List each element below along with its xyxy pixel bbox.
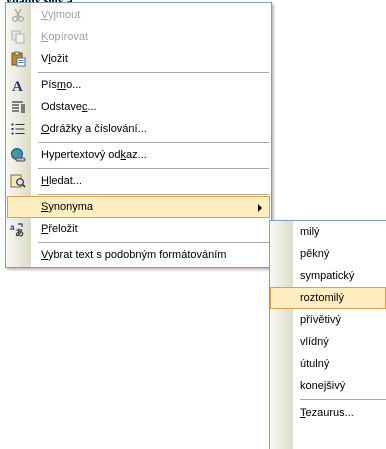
thesaurus-label: Tezaurus... — [300, 407, 354, 419]
menu-item-label: Hypertextový odkaz... — [41, 149, 147, 161]
menu-item-label: Odstavec... — [41, 101, 97, 113]
synonym-item[interactable]: přívětivý — [270, 309, 386, 331]
synonyms-submenu: milý pěkný sympatický roztomilý přívětiv… — [269, 220, 386, 449]
menu-item-synonyms[interactable]: Synonyma — [7, 196, 270, 218]
menu-item-paste[interactable]: Vložit — [7, 48, 270, 70]
hyperlink-icon — [9, 147, 27, 163]
menu-item-label: Vyjmout — [41, 9, 81, 21]
synonym-item-selected[interactable]: roztomilý — [270, 287, 386, 309]
scissors-icon — [9, 7, 27, 23]
font-icon: A — [9, 77, 27, 93]
synonym-item[interactable]: vlídný — [270, 331, 386, 353]
menu-separator — [38, 242, 269, 243]
menu-item-label: Přeložit — [41, 223, 78, 235]
bullets-icon — [9, 121, 27, 137]
menu-item-label: Vybrat text s podobným formátováním — [41, 249, 227, 261]
menu-item-label: Synonyma — [41, 201, 93, 213]
menu-item-label: Vložit — [41, 53, 68, 65]
copy-icon — [9, 29, 27, 45]
synonym-item[interactable]: útulný — [270, 353, 386, 375]
menu-separator — [38, 72, 269, 73]
menu-item-cut[interactable]: Vyjmout — [7, 4, 270, 26]
svg-text:A: A — [12, 79, 23, 93]
menu-item-label: Odrážky a číslování... — [41, 123, 147, 135]
menu-item-font[interactable]: A Písmo... — [7, 74, 270, 96]
menu-item-translate[interactable]: a あ Přeložit — [7, 218, 270, 240]
menu-separator — [38, 168, 269, 169]
menu-item-paragraph[interactable]: Odstavec... — [7, 96, 270, 118]
submenu-arrow-icon — [258, 204, 262, 212]
submenu-separator — [300, 399, 386, 400]
synonym-item[interactable]: pěkný — [270, 243, 386, 265]
synonym-label: útulný — [300, 358, 330, 370]
translate-icon: a あ — [9, 221, 27, 237]
synonym-item[interactable]: konejšivý — [270, 375, 386, 397]
research-icon — [9, 173, 27, 189]
menu-item-hyperlink[interactable]: Hypertextový odkaz... — [7, 144, 270, 166]
synonym-label: vlídný — [300, 336, 329, 348]
synonym-label: sympatický — [300, 270, 355, 282]
menu-item-label: Hledat... — [41, 175, 82, 187]
synonym-label: milý — [300, 226, 320, 238]
screen: ynamy slov a... Vyjmout — [0, 0, 386, 449]
synonym-item[interactable]: sympatický — [270, 265, 386, 287]
synonym-label: přívětivý — [300, 314, 341, 326]
paragraph-icon — [9, 99, 27, 115]
menu-item-select-similar-formatting[interactable]: Vybrat text s podobným formátováním — [7, 244, 270, 266]
menu-item-label: Písmo... — [41, 79, 82, 91]
submenu-item-thesaurus[interactable]: Tezaurus... — [270, 402, 386, 424]
synonym-label: pěkný — [300, 248, 330, 260]
svg-text:あ: あ — [15, 228, 24, 237]
menu-item-bullets-numbering[interactable]: Odrážky a číslování... — [7, 118, 270, 140]
context-menu: Vyjmout Kopírovat Vložit A Písmo... Odst… — [5, 2, 272, 268]
synonym-item[interactable]: milý — [270, 221, 386, 243]
synonym-label: roztomilý — [300, 292, 345, 304]
menu-separator — [38, 142, 269, 143]
menu-item-copy[interactable]: Kopírovat — [7, 26, 270, 48]
menu-item-label: Kopírovat — [41, 31, 89, 43]
synonym-label: konejšivý — [300, 380, 346, 392]
paste-icon — [9, 51, 27, 67]
menu-separator — [38, 194, 269, 195]
menu-item-research[interactable]: Hledat... — [7, 170, 270, 192]
